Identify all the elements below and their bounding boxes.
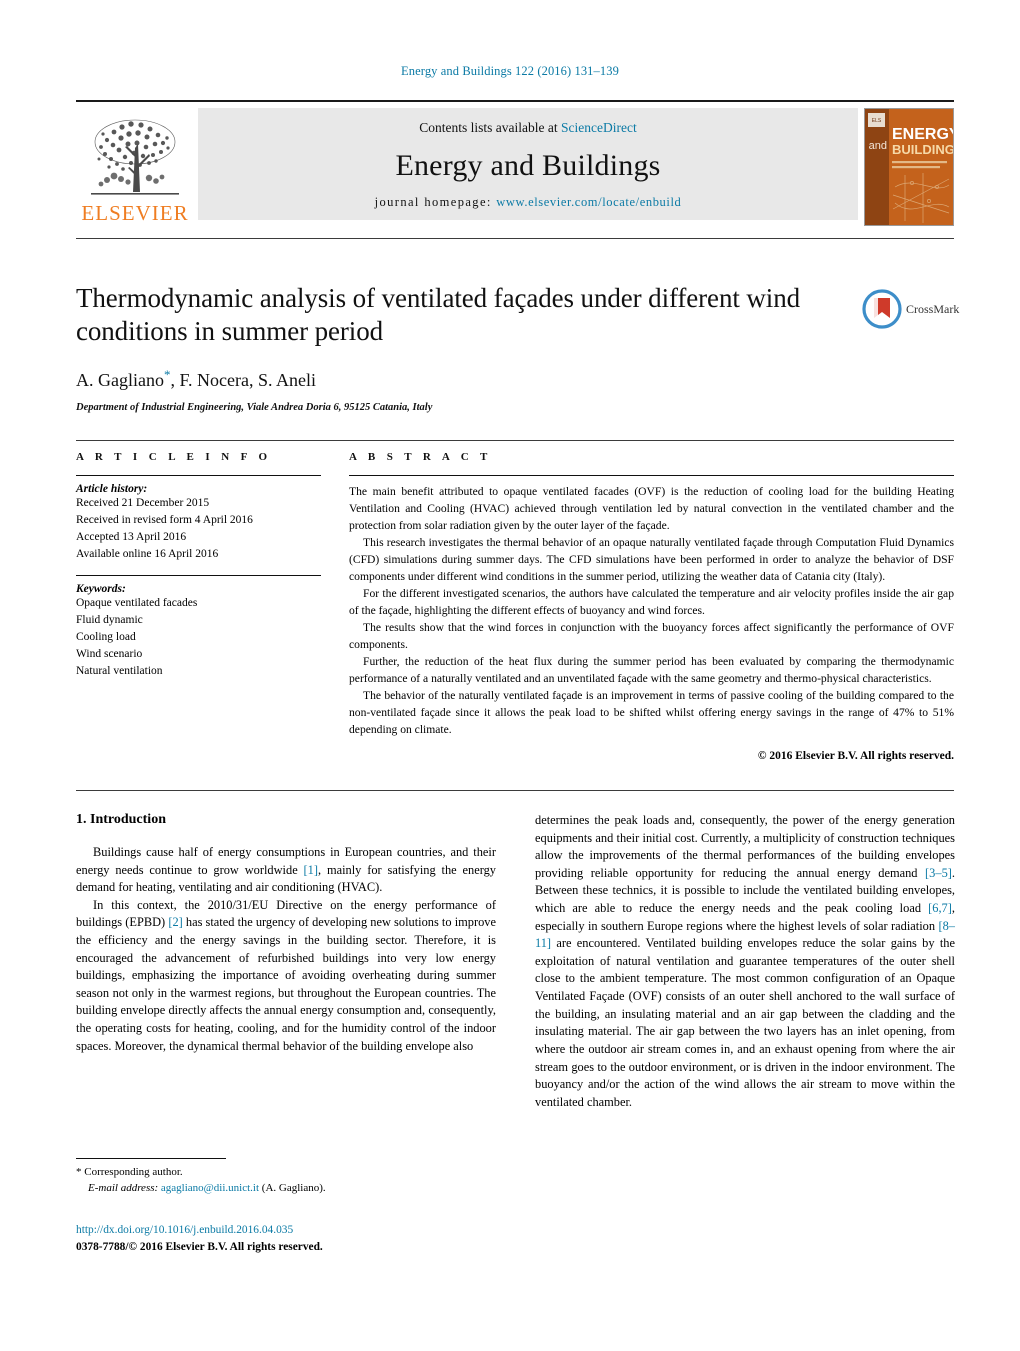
body-column-right: determines the peak loads and, consequen… bbox=[535, 812, 955, 1111]
article-info-heading: A R T I C L E I N F O bbox=[76, 451, 272, 463]
info-abstract-section: A R T I C L E I N F O Article history: R… bbox=[76, 440, 954, 762]
article-history-heading: Article history: bbox=[76, 483, 148, 495]
abstract-column: A B S T R A C T The main benefit attribu… bbox=[349, 451, 954, 762]
keyword-item: Natural ventilation bbox=[76, 665, 163, 678]
svg-text:ELS: ELS bbox=[872, 118, 882, 124]
doi-block: http://dx.doi.org/10.1016/j.enbuild.2016… bbox=[76, 1222, 576, 1256]
body-columns: 1. Introduction Buildings cause half of … bbox=[76, 812, 955, 1111]
paragraph: Buildings cause half of energy consumpti… bbox=[76, 844, 496, 897]
citation-link[interactable]: [1] bbox=[304, 863, 318, 877]
elsevier-wordmark: ELSEVIER bbox=[81, 201, 189, 225]
abstract-rule bbox=[349, 475, 954, 476]
email-label: E-mail address: bbox=[88, 1181, 159, 1194]
svg-text:ENERGY: ENERGY bbox=[892, 126, 953, 143]
abstract-paragraph: The behavior of the naturally ventilated… bbox=[349, 689, 954, 737]
email-suffix: (A. Gagliano). bbox=[259, 1181, 326, 1194]
body-column-left: 1. Introduction Buildings cause half of … bbox=[76, 812, 496, 1111]
crossmark-icon bbox=[862, 289, 902, 329]
journal-band: Contents lists available at ScienceDirec… bbox=[198, 108, 858, 220]
history-item: Received 21 December 2015 bbox=[76, 497, 210, 509]
title-block: Thermodynamic analysis of ventilated faç… bbox=[76, 282, 846, 413]
paragraph: In this context, the 2010/31/EU Directiv… bbox=[76, 897, 496, 1055]
email-note: E-mail address: agagliano@dii.unict.it (… bbox=[76, 1181, 496, 1197]
citation-link[interactable]: [2] bbox=[168, 915, 182, 929]
article-info-rule bbox=[76, 475, 321, 476]
corresponding-author-note: * Corresponding author. bbox=[76, 1166, 183, 1178]
journal-cover-thumbnail: ELS and ENERGY BUILDINGS bbox=[864, 108, 954, 226]
abstract-paragraph: Further, the reduction of the heat flux … bbox=[349, 655, 954, 686]
citation-link[interactable]: [3–5] bbox=[925, 866, 952, 880]
email-link[interactable]: agagliano@dii.unict.it bbox=[161, 1182, 259, 1194]
journal-homepage-line: journal homepage: www.elsevier.com/locat… bbox=[375, 195, 682, 210]
journal-title: Energy and Buildings bbox=[395, 148, 661, 182]
keywords-heading: Keywords: bbox=[76, 583, 126, 596]
contents-prefix: Contents lists available at bbox=[419, 120, 561, 135]
paragraph-text: has stated the urgency of developing new… bbox=[76, 915, 496, 1053]
history-item: Available online 16 April 2016 bbox=[76, 548, 219, 561]
article-info-column: A R T I C L E I N F O Article history: R… bbox=[76, 451, 321, 762]
paragraph-text: determines the peak loads and, consequen… bbox=[535, 813, 955, 880]
elsevier-tree-icon bbox=[91, 119, 179, 195]
running-head: Energy and Buildings 122 (2016) 131–139 bbox=[401, 64, 619, 78]
keywords-list: Opaque ventilated facades Fluid dynamic … bbox=[76, 595, 321, 680]
copyright-line: © 2016 Elsevier B.V. All rights reserved… bbox=[757, 750, 954, 763]
journal-homepage-link[interactable]: www.elsevier.com/locate/enbuild bbox=[496, 195, 681, 209]
page-title: Thermodynamic analysis of ventilated faç… bbox=[76, 283, 800, 346]
crossmark-badge[interactable]: CrossMark bbox=[862, 286, 960, 332]
author-list: A. Gagliano*, F. Nocera, S. Aneli bbox=[76, 367, 846, 391]
keyword-item: Wind scenario bbox=[76, 648, 143, 661]
article-history-list: Received 21 December 2015 Received in re… bbox=[76, 495, 321, 563]
abstract-paragraph: This research investigates the thermal b… bbox=[349, 536, 954, 584]
issn-copyright-line: 0378-7788/© 2016 Elsevier B.V. All right… bbox=[76, 1241, 323, 1254]
crossmark-label: CrossMark bbox=[906, 301, 960, 316]
keywords-rule bbox=[76, 575, 321, 577]
abstract-paragraph: The results show that the wind forces in… bbox=[349, 621, 954, 652]
paragraph-text: are encountered. Ventilated building env… bbox=[535, 936, 955, 1109]
sciencedirect-link[interactable]: ScienceDirect bbox=[561, 120, 637, 135]
keyword-item: Cooling load bbox=[76, 631, 136, 644]
abstract-body: The main benefit attributed to opaque ve… bbox=[349, 483, 954, 738]
svg-text:BUILDINGS: BUILDINGS bbox=[892, 142, 953, 157]
body-divider bbox=[76, 790, 954, 791]
abstract-paragraph: The main benefit attributed to opaque ve… bbox=[349, 485, 954, 533]
footnote-rule bbox=[76, 1158, 226, 1159]
history-item: Accepted 13 April 2016 bbox=[76, 531, 187, 544]
keyword-item: Fluid dynamic bbox=[76, 614, 143, 627]
abstract-paragraph: For the different investigated scenarios… bbox=[349, 587, 954, 618]
section-heading-introduction: 1. Introduction bbox=[76, 812, 166, 827]
intro-right-text: determines the peak loads and, consequen… bbox=[535, 812, 955, 1111]
paragraph: determines the peak loads and, consequen… bbox=[535, 812, 955, 1111]
citation-link[interactable]: [6,7] bbox=[928, 901, 952, 915]
svg-text:and: and bbox=[869, 140, 887, 152]
cover-artwork: ELS and ENERGY BUILDINGS bbox=[865, 109, 953, 225]
homepage-prefix: journal homepage: bbox=[374, 195, 492, 209]
abstract-heading: A B S T R A C T bbox=[349, 451, 492, 463]
elsevier-logo: ELSEVIER bbox=[76, 108, 194, 226]
keyword-item: Opaque ventilated facades bbox=[76, 597, 198, 610]
footnote-block: * Corresponding author. E-mail address: … bbox=[76, 1158, 496, 1197]
contents-available-line: Contents lists available at ScienceDirec… bbox=[419, 120, 636, 136]
intro-left-text: Buildings cause half of energy consumpti… bbox=[76, 844, 496, 1055]
paper-page: Energy and Buildings 122 (2016) 131–139 bbox=[0, 0, 1020, 1351]
doi-link[interactable]: http://dx.doi.org/10.1016/j.enbuild.2016… bbox=[76, 1222, 576, 1239]
affiliation: Department of Industrial Engineering, Vi… bbox=[76, 401, 433, 413]
history-item: Received in revised form 4 April 2016 bbox=[76, 514, 253, 527]
title-divider bbox=[76, 238, 954, 239]
author-corresponding: A. Gagliano bbox=[76, 369, 164, 390]
journal-masthead: ELSEVIER Contents lists available at Sci… bbox=[76, 100, 954, 226]
author-others: , F. Nocera, S. Aneli bbox=[170, 369, 317, 390]
